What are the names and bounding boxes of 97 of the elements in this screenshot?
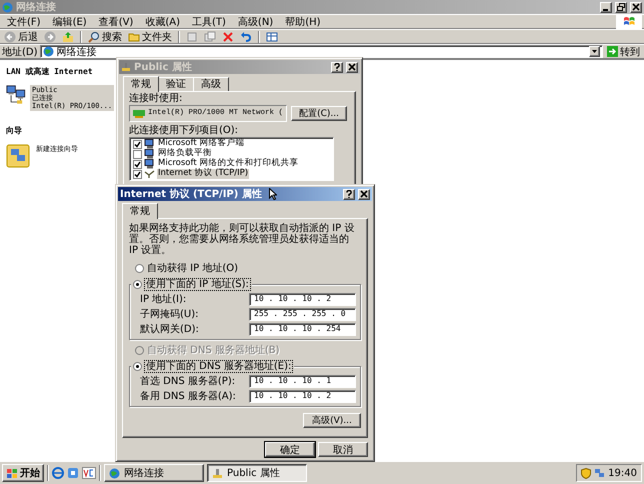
shield-icon xyxy=(581,468,592,479)
advanced-button[interactable]: 高级(V)... xyxy=(303,413,361,428)
network-card-icon xyxy=(133,110,145,118)
ip-address-field[interactable]: 255 . 255 . 255 . 0 xyxy=(249,308,356,321)
flag-icon xyxy=(623,16,635,27)
tab[interactable]: 高级 xyxy=(193,77,229,91)
section-heading: LAN 或高速 Internet xyxy=(5,66,94,78)
close-button[interactable] xyxy=(346,62,358,72)
list-item[interactable]: Microsoft 网络客户端 xyxy=(133,139,330,149)
close-icon xyxy=(360,190,368,198)
globe-icon xyxy=(2,2,13,12)
restore-button[interactable] xyxy=(615,2,627,12)
help-button[interactable] xyxy=(343,188,355,200)
network-tray-icon xyxy=(594,468,606,479)
network-plug-icon xyxy=(212,468,223,479)
field-label: 备用 DNS 服务器(A): xyxy=(140,391,236,402)
menu-item[interactable]: 文件(F) xyxy=(2,14,46,28)
up-folder-icon xyxy=(62,30,74,42)
menu-item[interactable]: 高级(N) xyxy=(232,14,278,28)
radio-button[interactable] xyxy=(135,264,144,272)
menu-item[interactable]: 帮助(H) xyxy=(280,14,326,28)
console-icon[interactable] xyxy=(82,467,96,480)
windows-flag-icon xyxy=(6,468,18,479)
minimize-button[interactable] xyxy=(600,2,612,12)
close-button[interactable] xyxy=(358,188,370,200)
field-label: 子网掩码(U): xyxy=(140,309,198,320)
taskbar-button[interactable]: 网络连接 xyxy=(104,464,204,482)
close-icon xyxy=(632,3,640,11)
views-button[interactable] xyxy=(264,30,280,43)
window-title: Internet 协议 (TCP/IP) 属性 xyxy=(120,188,262,200)
dialog-button[interactable]: 确定 xyxy=(265,442,315,457)
delete-icon xyxy=(222,30,234,42)
close-icon xyxy=(348,63,356,71)
menu-item[interactable]: 查看(V) xyxy=(94,14,138,28)
computer-icon xyxy=(144,159,155,169)
radio-label[interactable]: 自动获得 IP 地址(O) xyxy=(147,262,238,274)
computer-icon xyxy=(144,149,155,159)
help-button[interactable] xyxy=(331,62,343,72)
menu-item[interactable]: 编辑(E) xyxy=(48,14,92,28)
checkbox[interactable] xyxy=(133,170,142,178)
address-field[interactable]: 网络连接 xyxy=(40,45,603,58)
field-label: 连接时使用: xyxy=(129,93,184,104)
configure-button[interactable]: 配置(C)... xyxy=(291,106,348,121)
window-title: Public 属性 xyxy=(134,62,192,72)
move-to-icon xyxy=(186,30,198,42)
field-label: 此连接使用下列项目(O): xyxy=(129,125,240,136)
copy-to-icon xyxy=(204,30,216,42)
network-plug-icon xyxy=(121,62,131,72)
ip-address-field[interactable]: 10 . 10 . 10 . 2 xyxy=(249,293,356,306)
field-label: 默认网关(D): xyxy=(140,324,199,335)
address-label: 地址(D) xyxy=(2,46,38,58)
browser-icon[interactable] xyxy=(52,467,64,480)
list-item[interactable]: 网络负载平衡 xyxy=(133,149,330,159)
network-computers-icon xyxy=(6,85,26,105)
taskbar-button[interactable]: Public 属性 xyxy=(207,464,307,482)
tab[interactable]: 常规 xyxy=(123,76,159,92)
wizard-icon xyxy=(6,144,30,168)
protocol-icon xyxy=(144,169,155,179)
description-text: 如果网络支持此功能，则可以获取自动指派的 IP 设置。否则，您需要从网络系统管理员处获得适当的 IP 设置。 xyxy=(129,223,356,256)
checkbox[interactable] xyxy=(133,140,142,148)
checkbox[interactable] xyxy=(133,150,142,158)
question-icon xyxy=(345,190,353,198)
ip-address-field[interactable]: 10 . 10 . 10 . 2 xyxy=(249,390,356,403)
close-button[interactable] xyxy=(630,2,642,12)
dialog-button[interactable]: 取消 xyxy=(318,442,368,457)
menu-item[interactable]: 工具(T) xyxy=(187,14,231,28)
undo-icon xyxy=(240,30,252,42)
back-button[interactable]: 后退 xyxy=(2,30,40,43)
radio-button[interactable] xyxy=(133,280,142,288)
section-heading: 向导 xyxy=(5,125,23,137)
restore-icon xyxy=(617,3,625,11)
list-item[interactable]: Internet 协议 (TCP/IP) xyxy=(133,169,330,179)
clock: 19:40 xyxy=(608,468,637,479)
globe-icon xyxy=(109,468,120,479)
check-icon xyxy=(134,140,141,148)
field-label: IP 地址(I): xyxy=(140,294,186,305)
ip-address-field[interactable]: 10 . 10 . 10 . 1 xyxy=(249,375,356,388)
search-button[interactable]: 搜索 xyxy=(86,30,124,43)
start-button[interactable]: 开始 xyxy=(2,464,44,482)
tab[interactable]: 验证 xyxy=(158,77,194,91)
folder-icon xyxy=(128,30,140,42)
computer-icon xyxy=(144,139,155,149)
mouse-pointer-icon xyxy=(268,188,277,200)
folders-button[interactable]: 文件夹 xyxy=(126,30,174,43)
field-label: 首选 DNS 服务器(P): xyxy=(140,376,236,387)
question-icon xyxy=(333,63,341,71)
tab[interactable]: 常规 xyxy=(122,203,158,219)
window-title: 网络连接 xyxy=(16,0,56,14)
globe-icon xyxy=(42,46,54,57)
menu-item[interactable]: 收藏(A) xyxy=(140,14,185,28)
radio-button[interactable] xyxy=(133,362,142,370)
go-button[interactable]: 转到 xyxy=(605,45,642,58)
list-item[interactable]: Microsoft 网络的文件和打印机共享 xyxy=(133,159,330,169)
search-icon xyxy=(88,30,100,42)
checkbox[interactable] xyxy=(133,160,142,168)
dropdown-button[interactable] xyxy=(589,46,600,57)
ip-address-field[interactable]: 10 . 10 . 10 . 254 xyxy=(249,323,356,336)
